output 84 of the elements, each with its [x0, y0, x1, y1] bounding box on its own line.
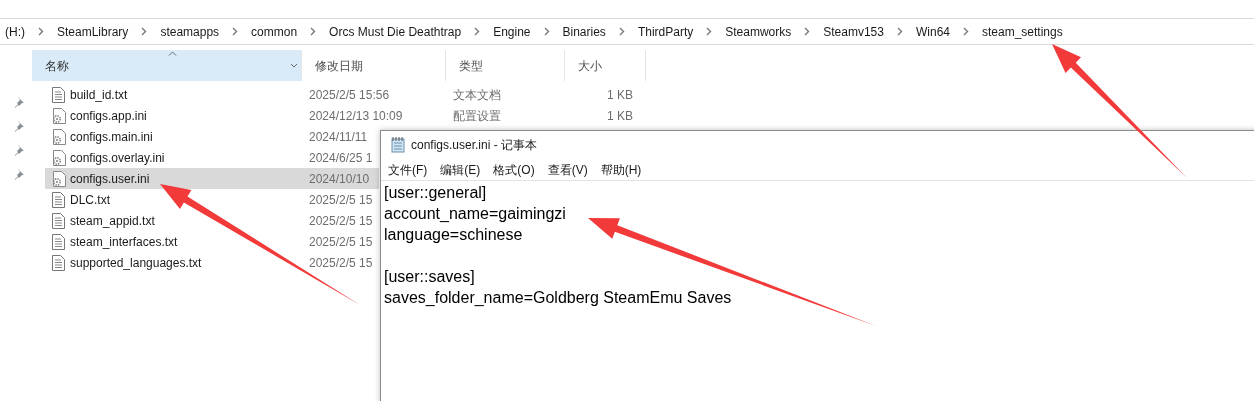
- modified-date: 2025/2/5 15: [309, 233, 374, 251]
- file-name: configs.app.ini: [70, 107, 148, 125]
- file-name: configs.main.ini: [70, 128, 154, 146]
- text-line: [user::saves]: [384, 267, 475, 287]
- column-header[interactable]: 名称: [32, 50, 302, 81]
- file-name: DLC.txt: [70, 191, 111, 209]
- file-row[interactable]: configs.user.ini 2024/10/10: [45, 168, 379, 189]
- settings-file-icon: [51, 107, 66, 124]
- modified-date: 2025/2/5 15:56: [309, 86, 391, 104]
- pin-icon[interactable]: [13, 145, 24, 156]
- file-name: configs.user.ini: [70, 170, 151, 188]
- chevron-icon: [474, 27, 481, 36]
- notepad-icon: [391, 137, 405, 153]
- text-line: account_name=gaimingzi: [384, 204, 566, 224]
- settings-file-icon: [51, 128, 66, 145]
- file-size: 1 KB: [606, 107, 633, 125]
- file-name: supported_languages.txt: [70, 254, 203, 272]
- breadcrumb-item[interactable]: Win64: [915, 22, 950, 41]
- breadcrumb-item[interactable]: steamapps: [160, 22, 220, 41]
- settings-file-icon: [51, 149, 66, 166]
- breadcrumb-item[interactable]: Engine: [493, 22, 531, 41]
- chevron-icon: [543, 27, 550, 36]
- chevron-icon: [896, 27, 903, 36]
- file-row[interactable]: supported_languages.txt 2025/2/5 15: [45, 252, 379, 273]
- chevron-icon: [232, 27, 239, 36]
- text-file-icon: [52, 233, 65, 250]
- file-name: steam_appid.txt: [70, 212, 156, 230]
- breadcrumb-item[interactable]: Steamworks: [725, 22, 792, 41]
- file-row[interactable]: configs.app.ini 2024/12/13 10:09 配置设置 1 KB: [45, 105, 645, 126]
- file-row[interactable]: configs.overlay.ini 2024/6/25 1: [45, 147, 379, 168]
- settings-file-icon: [51, 170, 66, 187]
- pin-icon[interactable]: [13, 97, 24, 108]
- text-file-icon: [52, 254, 65, 271]
- text-line: saves_folder_name=Goldberg SteamEmu Saves: [384, 288, 732, 308]
- file-row[interactable]: configs.main.ini 2024/11/11: [45, 126, 379, 147]
- breadcrumb-item[interactable]: SteamLibrary: [57, 22, 129, 41]
- text-line: language=schinese: [384, 225, 523, 245]
- chevron-icon: [963, 27, 969, 36]
- menu-item[interactable]: 帮助(H): [600, 160, 642, 179]
- file-row[interactable]: steam_interfaces.txt 2025/2/5 15: [45, 231, 379, 252]
- chevron-icon: [618, 27, 625, 36]
- breadcrumb-item[interactable]: (H:): [5, 22, 25, 41]
- modified-date: 2024/6/25 1: [309, 149, 374, 167]
- dropdown-chevron-icon[interactable]: [290, 63, 298, 68]
- menu-item[interactable]: 编辑(E): [440, 160, 481, 179]
- file-type: 配置设置: [453, 107, 502, 125]
- modified-date: 2025/2/5 15: [309, 191, 374, 209]
- pin-icon[interactable]: [13, 121, 24, 132]
- menu-item[interactable]: 文件(F): [388, 160, 428, 179]
- text-line: [user::general]: [384, 183, 487, 203]
- chevron-icon: [38, 27, 44, 36]
- modified-date: 2024/11/11: [309, 128, 369, 146]
- window-title: configs.user.ini - 记事本: [411, 137, 538, 154]
- chevron-icon: [310, 27, 317, 36]
- modified-date: 2024/12/13 10:09: [309, 107, 404, 125]
- chevron-icon: [804, 27, 811, 36]
- modified-date: 2025/2/5 15: [309, 254, 374, 272]
- text-file-icon: [52, 191, 65, 208]
- file-row[interactable]: DLC.txt 2025/2/5 15: [45, 189, 379, 210]
- file-type: 文本文档: [453, 86, 502, 104]
- file-name: configs.overlay.ini: [70, 149, 166, 167]
- breadcrumb-item[interactable]: Binaries: [562, 22, 606, 41]
- breadcrumb-item[interactable]: steam_settings: [982, 22, 1063, 41]
- text-file-icon: [52, 212, 65, 229]
- breadcrumb-item[interactable]: Orcs Must Die Deathtrap: [329, 22, 462, 41]
- breadcrumb-item[interactable]: ThirdParty: [637, 22, 694, 41]
- modified-date: 2025/2/5 15: [309, 212, 374, 230]
- file-name: steam_interfaces.txt: [70, 233, 179, 251]
- file-name: build_id.txt: [70, 86, 129, 104]
- menu-item[interactable]: 查看(V): [547, 160, 588, 179]
- chevron-icon: [141, 27, 148, 36]
- modified-date: 2024/10/10: [309, 170, 371, 188]
- menu-item[interactable]: 格式(O): [493, 160, 535, 179]
- sort-caret-icon: [168, 51, 177, 56]
- address-bar[interactable]: (H:) SteamLibrary steamapps common Orcs Must Die Deathtrap Engine Binaries ThirdParty Steamworks Steamv153 Win64 steam_settings: [0, 19, 1254, 45]
- text-file-icon: [52, 86, 65, 103]
- file-size: 1 KB: [606, 86, 633, 104]
- breadcrumb-item[interactable]: common: [251, 22, 298, 41]
- file-row[interactable]: steam_appid.txt 2025/2/5 15: [45, 210, 379, 231]
- file-row[interactable]: build_id.txt 2025/2/5 15:56 文本文档 1 KB: [45, 84, 645, 105]
- chevron-icon: [706, 27, 713, 36]
- text-editor[interactable]: [user::general] account_name=gaimingzi language=schinese [user::saves] saves_folder_name=Goldberg SteamEmu Saves: [381, 181, 1254, 308]
- pin-icon[interactable]: [13, 169, 24, 180]
- breadcrumb-item[interactable]: Steamv153: [823, 22, 884, 41]
